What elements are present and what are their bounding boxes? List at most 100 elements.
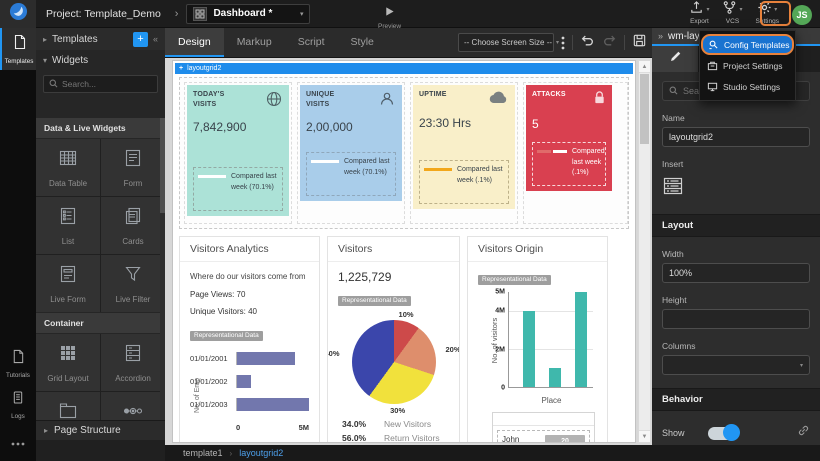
tab-style[interactable]: Style xyxy=(338,28,387,57)
vcs-branch-icon xyxy=(722,0,737,20)
chevron-down-icon xyxy=(706,6,709,13)
tab-markup[interactable]: Markup xyxy=(224,28,285,57)
rail-item-logs[interactable]: Logs xyxy=(0,384,36,425)
panel-title: Visitors Origin xyxy=(468,237,607,262)
menu-item-config-templates[interactable]: Config Templates xyxy=(701,34,794,55)
breadcrumb-template1[interactable]: template1 xyxy=(183,448,223,458)
design-canvas: layoutgrid2 TODAY'S VISITS 7,842,900 Com… xyxy=(165,58,652,445)
insert-rows-icon[interactable] xyxy=(662,176,684,196)
vcs-button[interactable]: VCS xyxy=(722,2,742,25)
group-header-container: Container xyxy=(36,313,165,333)
more-actions-button[interactable] xyxy=(561,36,565,50)
screen-size-dropdown[interactable]: -- Choose Screen Size -- xyxy=(458,33,554,52)
play-icon xyxy=(384,4,395,22)
studio-settings-icon xyxy=(707,81,718,92)
stat-card-todays-visits[interactable]: TODAY'S VISITS 7,842,900 Compared last w… xyxy=(187,85,289,216)
widget-tile-data-table[interactable]: Data Table xyxy=(36,139,100,196)
widget-tile-accordion[interactable]: Accordion xyxy=(101,334,165,391)
preview-button[interactable]: Preview xyxy=(378,4,401,30)
widget-tile-wizard[interactable]: Wizard xyxy=(101,392,165,420)
name-field[interactable] xyxy=(662,127,810,147)
tab-design[interactable]: Design xyxy=(165,28,224,57)
table-row[interactable]: John Doe 20 xyxy=(497,430,590,443)
redo-icon xyxy=(602,33,617,52)
rail-item-templates[interactable]: Templates xyxy=(0,28,36,70)
visitors-origin-panel[interactable]: Visitors Origin Representational Data No… xyxy=(467,236,608,443)
app-logo[interactable] xyxy=(0,0,36,28)
more-options-button[interactable] xyxy=(0,425,36,459)
columns-dropdown[interactable] xyxy=(662,355,810,375)
canvas-scrollbar[interactable]: ▲ ▼ xyxy=(638,60,651,443)
templates-section-header[interactable]: Templates xyxy=(36,28,165,50)
widget-tile-live-form[interactable]: Live Form xyxy=(36,255,100,312)
collapse-panel-icon[interactable] xyxy=(658,31,663,41)
width-field[interactable] xyxy=(662,263,810,283)
redo-button[interactable] xyxy=(602,33,617,52)
top-bar: Project: Template_Demo › Dashboard * Pre… xyxy=(0,0,820,28)
stat-card-attacks[interactable]: ATTACKS 5 Compared last week (.1%) xyxy=(526,85,612,191)
data-table-icon xyxy=(57,147,79,174)
scroll-down-icon[interactable]: ▼ xyxy=(639,430,650,442)
globe-icon xyxy=(265,90,283,113)
visitors-analytics-panel[interactable]: Visitors Analytics Where do our visitors… xyxy=(179,236,320,443)
settings-button[interactable]: Settings xyxy=(756,2,780,25)
show-toggle[interactable] xyxy=(708,427,738,440)
widget-tile-tabs[interactable]: Tabs xyxy=(36,392,100,420)
page-selector-dropdown[interactable]: Dashboard * xyxy=(186,4,310,24)
undo-button[interactable] xyxy=(580,33,595,52)
widget-tile-grid-layout[interactable]: Grid Layout xyxy=(36,334,100,391)
rail-item-tutorials[interactable]: Tutorials xyxy=(0,343,36,384)
project-settings-icon xyxy=(707,60,718,71)
collapse-panel-icon[interactable] xyxy=(153,34,158,44)
tab-script[interactable]: Script xyxy=(285,28,338,57)
widget-tile-live-filter[interactable]: Live Filter xyxy=(101,255,165,312)
selected-widget-header[interactable]: layoutgrid2 xyxy=(175,63,633,74)
ellipsis-icon xyxy=(11,433,25,451)
add-template-button[interactable] xyxy=(133,32,148,47)
save-button[interactable] xyxy=(632,33,647,53)
widget-search-input[interactable] xyxy=(62,79,152,89)
dashboard-panels-row: Visitors Analytics Where do our visitors… xyxy=(179,236,629,443)
wizard-icon xyxy=(122,400,144,420)
stat-card-unique-visits[interactable]: UNIQUE VISITS 2,00,000 Compared last wee… xyxy=(300,85,402,201)
export-button[interactable]: Export xyxy=(689,2,709,25)
scroll-up-icon[interactable]: ▲ xyxy=(639,61,650,73)
bind-property-button[interactable] xyxy=(797,424,810,442)
height-field[interactable] xyxy=(662,309,810,329)
visitors-panel[interactable]: Visitors 1,225,729 Representational Data… xyxy=(327,236,460,443)
stat-card-uptime[interactable]: UPTIME 23:30 Hrs Compared last week (.1%… xyxy=(413,85,515,209)
x-axis-tick: 5M xyxy=(299,423,309,432)
widget-tile-form[interactable]: Form xyxy=(101,139,165,196)
collapsed-arrow-icon xyxy=(44,426,48,435)
live-filter-icon xyxy=(122,263,144,290)
bar xyxy=(575,292,587,387)
chevron-down-icon xyxy=(774,6,777,13)
scrollbar-thumb[interactable] xyxy=(640,74,649,144)
x-axis-label: Place xyxy=(506,396,597,405)
representational-data-badge: Representational Data xyxy=(338,296,411,306)
pie-slice-label: 20% xyxy=(445,345,459,354)
page-structure-header[interactable]: Page Structure xyxy=(36,420,165,440)
bar-row: 01/01/2002 xyxy=(190,375,309,388)
selected-widget-label: layoutgrid2 xyxy=(187,65,221,72)
user-avatar[interactable]: JS xyxy=(792,5,812,25)
bar-row: 01/01/2003 xyxy=(190,398,309,411)
menu-item-studio-settings[interactable]: Studio Settings xyxy=(700,76,795,97)
menu-item-project-settings[interactable]: Project Settings xyxy=(700,55,795,76)
canvas-page[interactable]: layoutgrid2 TODAY'S VISITS 7,842,900 Com… xyxy=(172,60,636,443)
origin-table: John Doe 20 xyxy=(492,412,595,443)
widget-tile-cards[interactable]: Cards xyxy=(101,197,165,254)
table-cell: John Doe xyxy=(502,435,536,443)
settings-menu: Config TemplatesProject SettingsStudio S… xyxy=(699,30,796,101)
lock-icon xyxy=(593,90,606,110)
breadcrumb-bar: template1 layoutgrid2 xyxy=(165,445,820,461)
y-axis-label: No. of Emp xyxy=(194,378,201,413)
tab-properties[interactable] xyxy=(652,46,698,72)
canvas-tabs: DesignMarkupScriptStyle xyxy=(165,28,387,57)
breadcrumb-layoutgrid2[interactable]: layoutgrid2 xyxy=(239,448,283,458)
widget-palette: Templates Widgets Data & Live WidgetsDat… xyxy=(36,28,165,461)
breadcrumb-chevron-icon xyxy=(230,449,233,458)
widget-tile-list[interactable]: List xyxy=(36,197,100,254)
page-grid-icon xyxy=(193,7,207,21)
widgets-section-header[interactable]: Widgets xyxy=(36,50,165,70)
